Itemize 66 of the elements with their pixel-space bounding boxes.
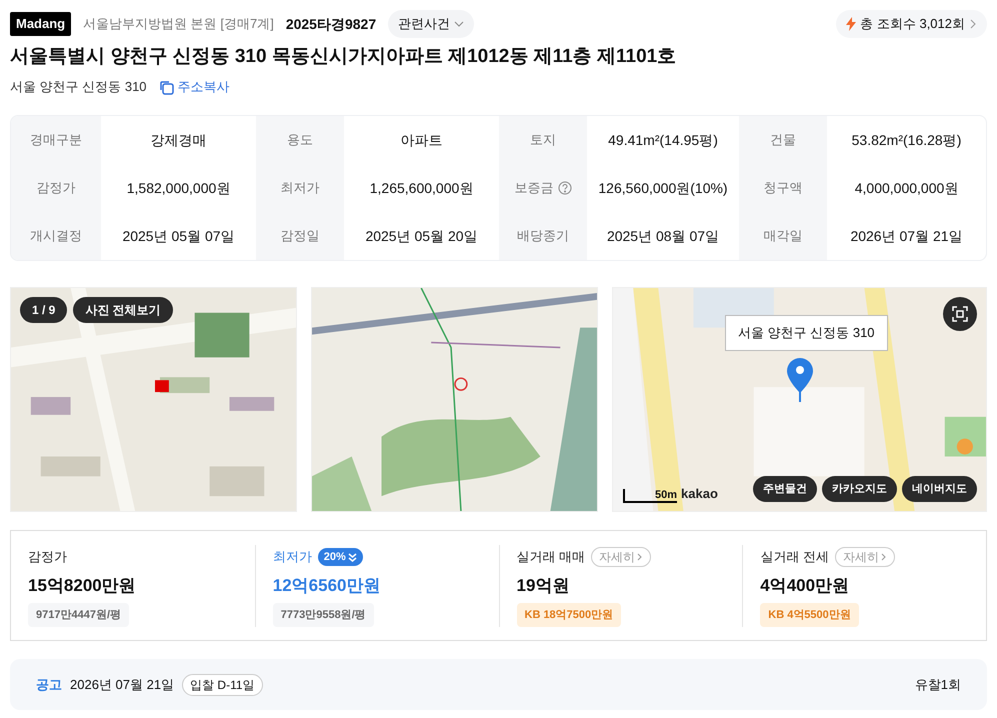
- map-attribution: kakao: [681, 484, 718, 502]
- table-label: 경매구분: [11, 116, 101, 164]
- view-count-button[interactable]: 총 조회수 3,012회: [836, 10, 987, 38]
- price-value: 19억원: [516, 575, 570, 597]
- notice-label: 공고: [36, 676, 62, 694]
- notice-date: 2026년 07월 21일: [70, 676, 174, 694]
- auction-result: 유찰1회: [914, 676, 961, 694]
- price-label: 감정가: [28, 548, 67, 566]
- dday-badge: 입찰 D-11일: [182, 674, 263, 696]
- table-cell-text: 2025년 05월 07일: [121, 226, 236, 246]
- table-label: 감정일: [256, 212, 344, 260]
- table-cell-text: 2026년 07월 21일: [849, 226, 964, 246]
- related-cases-button[interactable]: 관련사건: [388, 10, 474, 38]
- property-title: 서울특별시 양천구 신정동 310 목동신시가지아파트 제1012동 제11층 제1101호: [10, 48, 678, 66]
- map-button[interactable]: 네이버지도: [902, 476, 977, 502]
- location-pin-icon: [787, 358, 813, 402]
- kb-price-tag: KB 18억7500만원: [516, 602, 622, 626]
- table-label: 청구액: [739, 164, 827, 212]
- price-label: 최저가: [272, 548, 312, 566]
- price-per-pyeong: 7773만9558원/평: [272, 602, 374, 626]
- table-cell-text: 53.82m²(16.28평): [850, 130, 962, 150]
- table-label: 개시결정: [11, 212, 101, 260]
- chevron-right-icon: [969, 19, 977, 29]
- map-button[interactable]: 주변물건: [753, 476, 817, 502]
- table-cell-text: 2025년 08월 07일: [606, 226, 720, 246]
- brand-logo: Madang: [10, 12, 72, 36]
- table-label: 토지: [499, 116, 587, 164]
- lightning-icon: [846, 17, 856, 31]
- table-cell-text: 126,560,000원(10%): [597, 178, 729, 198]
- view-all-photos-button[interactable]: 사진 전체보기: [73, 297, 173, 323]
- kb-price-tag: KB 4억5500만원: [760, 602, 859, 626]
- table-cell-text: 2025년 05월 20일: [364, 226, 479, 246]
- location-tooltip: 서울 양천구 신정동 310: [725, 315, 888, 350]
- price-value: 15억8200만원: [28, 575, 136, 597]
- scan-icon: [952, 306, 968, 322]
- table-label: 배당종기: [499, 212, 587, 260]
- court-name: 서울남부지방법원 본원 [경매7계]: [83, 15, 274, 34]
- chevron-down-icon: [454, 19, 464, 29]
- table-cell-text: 1,582,000,000원: [126, 178, 232, 198]
- table-label: 최저가: [256, 164, 344, 212]
- photo-counter: 1 / 9: [20, 297, 68, 323]
- table-cell-text: 1,265,600,000원: [368, 178, 474, 198]
- price-value: 12억6560만원: [272, 575, 380, 597]
- table-label: 건물: [739, 116, 827, 164]
- table-label: 용도: [256, 116, 344, 164]
- copy-address-button[interactable]: 주소복사: [158, 77, 230, 97]
- table-cell-text: 4,000,000,000원: [854, 178, 960, 198]
- table-cell-text: 강제경매: [150, 130, 208, 150]
- map-scale: 50m: [623, 489, 678, 503]
- address-text: 서울 양천구 신정동 310: [10, 78, 147, 96]
- price-label: 실거래 매매: [516, 548, 586, 566]
- table-label: 보증금: [499, 164, 587, 212]
- price-per-pyeong: 9717만4447원/평: [28, 602, 129, 626]
- discount-badge: 20%: [318, 548, 363, 566]
- chevron-right-icon: [637, 553, 644, 561]
- double-chevron-down-icon: [348, 552, 357, 562]
- chevron-right-icon: [880, 553, 887, 561]
- table-cell-text: 49.41m²(14.95평): [607, 130, 719, 150]
- table-label: 감정가: [11, 164, 101, 212]
- copy-icon: [158, 80, 174, 94]
- map-button[interactable]: 카카오지도: [822, 476, 897, 502]
- table-label: 매각일: [739, 212, 827, 260]
- price-label: 실거래 전세: [760, 548, 829, 566]
- price-value: 4억400만원: [760, 575, 850, 597]
- table-cell-text: 아파트: [400, 130, 444, 150]
- case-number: 2025타경9827: [286, 14, 376, 34]
